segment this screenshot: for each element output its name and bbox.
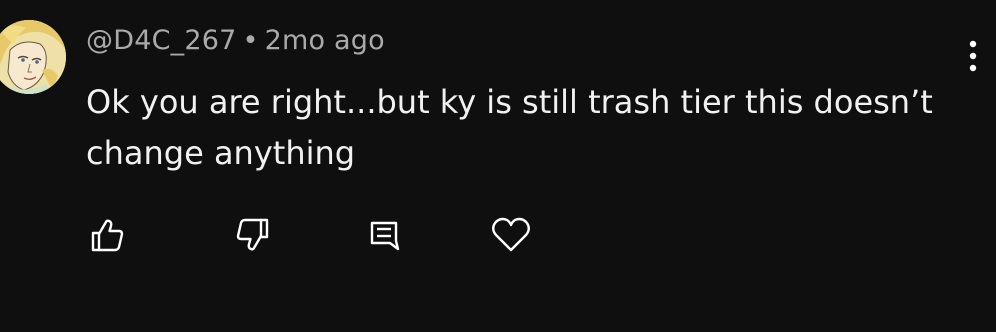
comment-header: @D4C_267 • 2mo ago xyxy=(86,25,385,56)
comment-item: @D4C_267 • 2mo ago Ok you are right...but … xyxy=(0,0,996,332)
reply-button[interactable] xyxy=(359,210,409,260)
more-vert-icon xyxy=(969,40,977,72)
thumbs-up-icon xyxy=(91,219,124,252)
reply-comment-icon xyxy=(370,221,400,251)
dislike-button[interactable] xyxy=(228,210,278,260)
heart-button[interactable] xyxy=(486,210,536,260)
comment-text: Ok you are right...but ky is still trash… xyxy=(86,77,956,179)
heart-icon xyxy=(492,217,530,252)
thumbs-down-icon xyxy=(236,218,269,251)
avatar[interactable] xyxy=(0,20,66,94)
comment-text-line: change anything xyxy=(86,134,356,172)
comment-actions xyxy=(0,210,996,260)
author-name[interactable]: @D4C_267 xyxy=(86,25,236,56)
meta-separator: • xyxy=(242,25,259,56)
more-options-button[interactable] xyxy=(958,38,988,74)
avatar-image xyxy=(0,20,66,94)
comment-text-line: Ok you are right...but ky is still trash… xyxy=(86,83,933,121)
like-button[interactable] xyxy=(82,210,132,260)
comment-timestamp: 2mo ago xyxy=(264,25,385,56)
